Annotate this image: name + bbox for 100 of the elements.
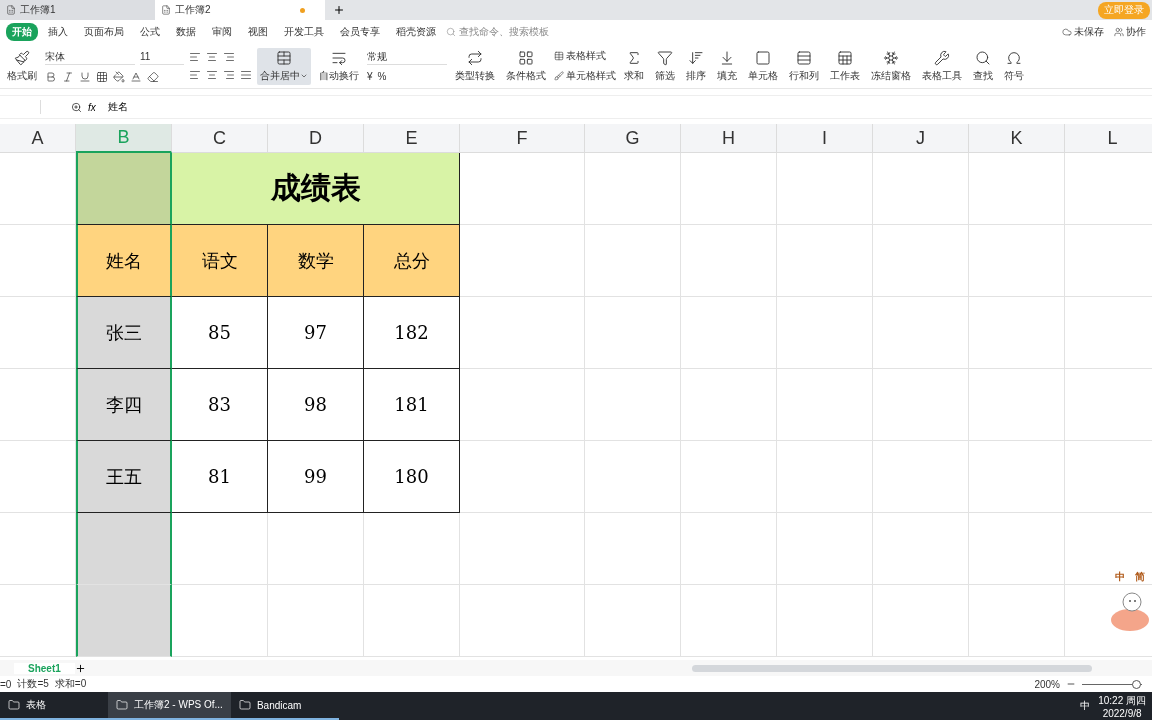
ribbon-button[interactable]: 工作表 bbox=[827, 47, 863, 85]
convert-button[interactable]: 类型转换 bbox=[452, 47, 498, 85]
spreadsheet-icon bbox=[6, 5, 16, 15]
table-cell: 85 bbox=[172, 297, 268, 369]
font-select[interactable]: 宋体 bbox=[45, 49, 135, 65]
column-header[interactable]: F bbox=[460, 124, 585, 153]
spreadsheet-icon bbox=[161, 5, 171, 15]
format-painter-button[interactable]: 格式刷 bbox=[4, 47, 40, 85]
taskbar-item[interactable]: 工作簿2 - WPS Of... bbox=[108, 692, 231, 720]
table-cell: 180 bbox=[364, 441, 460, 513]
ribbon-button[interactable]: 筛选 bbox=[652, 47, 678, 85]
merge-icon bbox=[276, 49, 292, 66]
add-sheet-icon[interactable] bbox=[74, 662, 86, 674]
document-tab[interactable]: 工作簿2 bbox=[155, 0, 325, 20]
rows-icon bbox=[796, 49, 812, 66]
align-right-icon bbox=[223, 69, 235, 81]
ribbon-button[interactable]: 填充 bbox=[714, 47, 740, 85]
table-cell: 李四 bbox=[76, 369, 172, 441]
ribbon-button[interactable]: 行和列 bbox=[786, 47, 822, 85]
column-header[interactable]: H bbox=[681, 124, 777, 153]
column-header[interactable]: I bbox=[777, 124, 873, 153]
zoom-level[interactable]: 200% bbox=[1034, 678, 1060, 690]
table-cell: 182 bbox=[364, 297, 460, 369]
save-status[interactable]: 未保存 bbox=[1062, 25, 1104, 39]
column-header[interactable]: D bbox=[268, 124, 364, 153]
command-search[interactable]: 查找命令、搜索模板 bbox=[446, 25, 549, 39]
header-cell: 姓名 bbox=[76, 225, 172, 297]
number-format-select[interactable]: 常规 bbox=[367, 50, 447, 65]
ribbon-button[interactable]: 符号 bbox=[1001, 47, 1027, 85]
column-header[interactable]: E bbox=[364, 124, 460, 153]
sheet-icon bbox=[837, 49, 853, 66]
brush-icon bbox=[14, 49, 30, 66]
number-format-button[interactable]: % bbox=[377, 71, 387, 82]
new-tab-icon[interactable] bbox=[333, 4, 345, 16]
menu-tab[interactable]: 插入 bbox=[42, 23, 74, 41]
menu-tab[interactable]: 审阅 bbox=[206, 23, 238, 41]
ribbon-button[interactable]: 排序 bbox=[683, 47, 709, 85]
mascot-text: 中 bbox=[1115, 570, 1125, 584]
style-button[interactable]: 表格样式 bbox=[554, 49, 616, 63]
merge-button[interactable]: 合并居中 bbox=[257, 47, 311, 85]
document-tab[interactable]: 工作簿1 bbox=[0, 0, 155, 20]
header-cell: 数学 bbox=[268, 225, 364, 297]
table-title: 成绩表 bbox=[172, 153, 460, 225]
menu-tab[interactable]: 会员专享 bbox=[334, 23, 386, 41]
ribbon-button[interactable]: 查找 bbox=[970, 47, 996, 85]
ribbon-button[interactable]: 求和 bbox=[621, 47, 647, 85]
search-icon bbox=[975, 49, 991, 66]
menu-tab[interactable]: 公式 bbox=[134, 23, 166, 41]
ime-indicator[interactable]: 中 bbox=[1080, 699, 1091, 713]
menu-tab[interactable]: 开发工具 bbox=[278, 23, 330, 41]
menu-tab[interactable]: 视图 bbox=[242, 23, 274, 41]
underline-icon bbox=[79, 70, 91, 83]
ribbon-button[interactable]: 表格工具 bbox=[919, 47, 965, 85]
bold-icon bbox=[45, 70, 57, 83]
person-icon bbox=[1114, 27, 1124, 37]
style-button[interactable]: 单元格样式 bbox=[554, 69, 616, 83]
align-center-icon bbox=[206, 69, 218, 81]
cloud-icon bbox=[1062, 27, 1072, 37]
column-header[interactable]: K bbox=[969, 124, 1065, 153]
align-top-icon bbox=[189, 51, 201, 63]
wrap-text-button[interactable]: 自动换行 bbox=[316, 47, 362, 85]
table-cell: 98 bbox=[268, 369, 364, 441]
column-header[interactable]: G bbox=[585, 124, 681, 153]
column-header[interactable]: L bbox=[1065, 124, 1152, 153]
align-middle-icon bbox=[206, 51, 218, 63]
ribbon-button[interactable]: 单元格 bbox=[745, 47, 781, 85]
wrench-icon bbox=[934, 49, 950, 66]
grid-icon bbox=[518, 49, 534, 66]
status-text: 求和=0 bbox=[54, 677, 87, 691]
status-text: 计数=5 bbox=[17, 677, 49, 691]
brush-icon bbox=[554, 71, 564, 81]
table-cell: 99 bbox=[268, 441, 364, 513]
slider-thumb[interactable] bbox=[1132, 679, 1141, 689]
column-header[interactable]: A bbox=[0, 124, 76, 153]
menu-tab[interactable]: 页面布局 bbox=[78, 23, 130, 41]
font-size-select[interactable]: 11 bbox=[140, 49, 184, 65]
fill-color-icon bbox=[113, 70, 125, 83]
column-header[interactable]: J bbox=[873, 124, 969, 153]
menu-tab[interactable]: 稻壳资源 bbox=[390, 23, 442, 41]
ribbon-button[interactable]: 冻结窗格 bbox=[868, 47, 914, 85]
search-icon bbox=[446, 27, 456, 37]
table-cell: 83 bbox=[172, 369, 268, 441]
eraser-icon bbox=[147, 70, 159, 83]
column-header[interactable]: C bbox=[172, 124, 268, 153]
conditional-format-button[interactable]: 条件格式 bbox=[503, 47, 549, 85]
number-format-button[interactable]: ¥ bbox=[367, 71, 373, 82]
fx-label: fx bbox=[88, 101, 96, 113]
folder-icon bbox=[8, 699, 20, 711]
horizontal-scrollbar[interactable] bbox=[692, 664, 1092, 672]
formula-field[interactable]: 姓名 bbox=[107, 100, 128, 114]
align-bottom-icon bbox=[223, 51, 235, 63]
omega-icon bbox=[1006, 49, 1022, 66]
unsaved-dot bbox=[300, 7, 305, 13]
repeat-icon bbox=[467, 49, 483, 66]
italic-icon bbox=[62, 70, 74, 83]
taskbar-item[interactable]: Bandicam bbox=[230, 692, 339, 720]
menu-tab[interactable]: 数据 bbox=[170, 23, 202, 41]
cell-icon bbox=[755, 49, 771, 66]
collab-button[interactable]: 协作 bbox=[1114, 25, 1146, 39]
clock[interactable]: 10:22 周四 2022/9/8 bbox=[1098, 693, 1146, 719]
